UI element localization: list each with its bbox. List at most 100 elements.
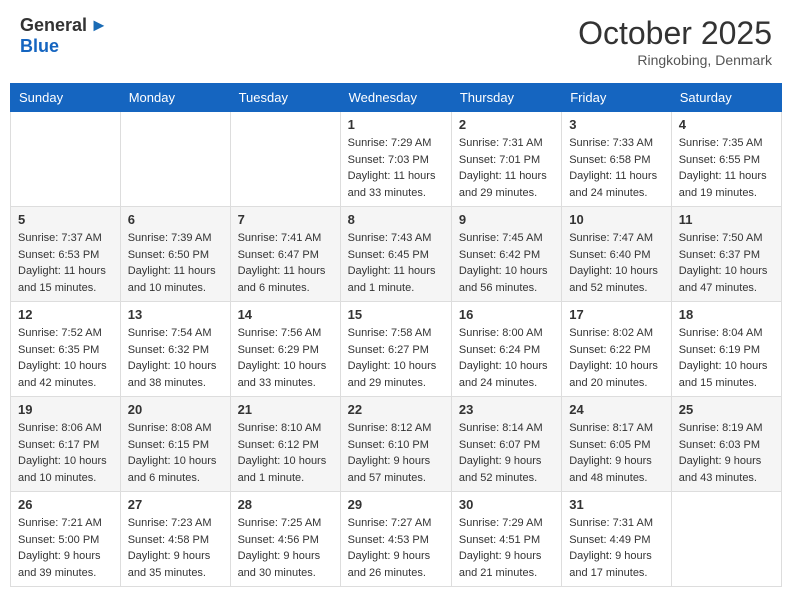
day-info: Sunrise: 7:21 AMSunset: 5:00 PMDaylight:… <box>18 515 113 581</box>
logo-blue: Blue <box>20 36 59 56</box>
calendar-cell: 30Sunrise: 7:29 AMSunset: 4:51 PMDayligh… <box>451 492 561 587</box>
day-number: 31 <box>569 497 664 512</box>
day-info: Sunrise: 7:43 AMSunset: 6:45 PMDaylight:… <box>348 230 444 296</box>
day-of-week-header: Tuesday <box>230 84 340 112</box>
calendar-cell: 17Sunrise: 8:02 AMSunset: 6:22 PMDayligh… <box>562 302 672 397</box>
day-info: Sunrise: 8:08 AMSunset: 6:15 PMDaylight:… <box>128 420 223 486</box>
calendar: SundayMondayTuesdayWednesdayThursdayFrid… <box>10 83 782 587</box>
logo: General ► Blue <box>20 15 108 57</box>
day-number: 14 <box>238 307 333 322</box>
day-info: Sunrise: 7:37 AMSunset: 6:53 PMDaylight:… <box>18 230 113 296</box>
calendar-cell: 16 Sunrise: 8:00 AMSunset: 6:24 PMDayligh… <box>451 302 561 397</box>
day-info: Sunrise: 7:31 AMSunset: 7:01 PMDaylight:… <box>459 135 554 201</box>
day-number: 16 <box>459 307 554 322</box>
day-of-week-header: Wednesday <box>340 84 451 112</box>
calendar-cell <box>671 492 781 587</box>
calendar-cell: 20 Sunrise: 8:08 AMSunset: 6:15 PMDayligh… <box>120 397 230 492</box>
calendar-week-row: 5 Sunrise: 7:37 AMSunset: 6:53 PMDaylight… <box>11 207 782 302</box>
day-number: 8 <box>348 212 444 227</box>
day-number: 21 <box>238 402 333 417</box>
day-number: 5 <box>18 212 113 227</box>
calendar-header-row: SundayMondayTuesdayWednesdayThursdayFrid… <box>11 84 782 112</box>
calendar-cell: 26 Sunrise: 7:21 AMSunset: 5:00 PMDayligh… <box>11 492 121 587</box>
day-number: 23 <box>459 402 554 417</box>
day-number: 29 <box>348 497 444 512</box>
calendar-cell <box>11 112 121 207</box>
calendar-week-row: 12 Sunrise: 7:52 AMSunset: 6:35 PMDayligh… <box>11 302 782 397</box>
day-number: 10 <box>569 212 664 227</box>
calendar-cell: 21 Sunrise: 8:10 AMSunset: 6:12 PMDayligh… <box>230 397 340 492</box>
day-info: Sunrise: 7:50 AMSunset: 6:37 PMDaylight:… <box>679 230 774 296</box>
day-number: 26 <box>18 497 113 512</box>
day-of-week-header: Saturday <box>671 84 781 112</box>
day-of-week-header: Sunday <box>11 84 121 112</box>
day-info: Sunrise: 7:31 AMSunset: 4:49 PMDaylight:… <box>569 515 664 581</box>
day-number: 18 <box>679 307 774 322</box>
day-info: Sunrise: 7:41 AMSunset: 6:47 PMDaylight:… <box>238 230 333 296</box>
day-info: Sunrise: 8:06 AMSunset: 6:17 PMDaylight:… <box>18 420 113 486</box>
day-info: Sunrise: 7:45 AMSunset: 6:42 PMDaylight:… <box>459 230 554 296</box>
calendar-cell: 27Sunrise: 7:23 AMSunset: 4:58 PMDayligh… <box>120 492 230 587</box>
day-number: 2 <box>459 117 554 132</box>
calendar-week-row: 19 Sunrise: 8:06 AMSunset: 6:17 PMDayligh… <box>11 397 782 492</box>
calendar-cell: 6 Sunrise: 7:39 AMSunset: 6:50 PMDaylight… <box>120 207 230 302</box>
day-number: 17 <box>569 307 664 322</box>
day-number: 25 <box>679 402 774 417</box>
calendar-cell: 24 Sunrise: 8:17 AMSunset: 6:05 PMDayligh… <box>562 397 672 492</box>
day-number: 28 <box>238 497 333 512</box>
calendar-cell: 22 Sunrise: 8:12 AMSunset: 6:10 PMDayligh… <box>340 397 451 492</box>
day-number: 4 <box>679 117 774 132</box>
day-number: 12 <box>18 307 113 322</box>
day-info: Sunrise: 7:29 AMSunset: 7:03 PMDaylight:… <box>348 135 444 201</box>
day-number: 22 <box>348 402 444 417</box>
day-number: 27 <box>128 497 223 512</box>
title-section: October 2025 Ringkobing, Denmark <box>578 15 772 68</box>
day-number: 13 <box>128 307 223 322</box>
day-info: Sunrise: 7:56 AMSunset: 6:29 PMDaylight:… <box>238 325 333 391</box>
day-number: 24 <box>569 402 664 417</box>
calendar-cell: 13 Sunrise: 7:54 AMSunset: 6:32 PMDayligh… <box>120 302 230 397</box>
day-number: 19 <box>18 402 113 417</box>
day-info: Sunrise: 8:17 AMSunset: 6:05 PMDaylight:… <box>569 420 664 486</box>
day-number: 15 <box>348 307 444 322</box>
day-of-week-header: Friday <box>562 84 672 112</box>
day-number: 11 <box>679 212 774 227</box>
calendar-cell: 28Sunrise: 7:25 AMSunset: 4:56 PMDayligh… <box>230 492 340 587</box>
day-number: 20 <box>128 402 223 417</box>
calendar-cell: 10 Sunrise: 7:47 AMSunset: 6:40 PMDayligh… <box>562 207 672 302</box>
day-info: Sunrise: 7:52 AMSunset: 6:35 PMDaylight:… <box>18 325 113 391</box>
day-info: Sunrise: 7:33 AMSunset: 6:58 PMDaylight:… <box>569 135 664 201</box>
day-number: 3 <box>569 117 664 132</box>
day-number: 7 <box>238 212 333 227</box>
calendar-cell: 14 Sunrise: 7:56 AMSunset: 6:29 PMDayligh… <box>230 302 340 397</box>
day-info: Sunrise: 7:47 AMSunset: 6:40 PMDaylight:… <box>569 230 664 296</box>
calendar-cell: 8 Sunrise: 7:43 AMSunset: 6:45 PMDaylight… <box>340 207 451 302</box>
day-info: Sunrise: 8:00 AMSunset: 6:24 PMDaylight:… <box>459 325 554 391</box>
day-info: Sunrise: 8:10 AMSunset: 6:12 PMDaylight:… <box>238 420 333 486</box>
calendar-cell: 15 Sunrise: 7:58 AMSunset: 6:27 PMDayligh… <box>340 302 451 397</box>
header: General ► Blue October 2025 Ringkobing, … <box>10 10 782 73</box>
calendar-week-row: 26 Sunrise: 7:21 AMSunset: 5:00 PMDayligh… <box>11 492 782 587</box>
day-info: Sunrise: 7:35 AMSunset: 6:55 PMDaylight:… <box>679 135 774 201</box>
day-number: 1 <box>348 117 444 132</box>
calendar-cell: 4 Sunrise: 7:35 AMSunset: 6:55 PMDaylight… <box>671 112 781 207</box>
calendar-cell <box>120 112 230 207</box>
day-number: 6 <box>128 212 223 227</box>
day-of-week-header: Monday <box>120 84 230 112</box>
calendar-cell <box>230 112 340 207</box>
day-info: Sunrise: 7:54 AMSunset: 6:32 PMDaylight:… <box>128 325 223 391</box>
day-info: Sunrise: 8:04 AMSunset: 6:19 PMDaylight:… <box>679 325 774 391</box>
day-number: 9 <box>459 212 554 227</box>
location: Ringkobing, Denmark <box>578 52 772 68</box>
calendar-cell: 18 Sunrise: 8:04 AMSunset: 6:19 PMDayligh… <box>671 302 781 397</box>
day-info: Sunrise: 8:19 AMSunset: 6:03 PMDaylight:… <box>679 420 774 486</box>
calendar-cell: 25 Sunrise: 8:19 AMSunset: 6:03 PMDayligh… <box>671 397 781 492</box>
day-info: Sunrise: 8:12 AMSunset: 6:10 PMDaylight:… <box>348 420 444 486</box>
day-info: Sunrise: 7:27 AMSunset: 4:53 PMDaylight:… <box>348 515 444 581</box>
day-info: Sunrise: 7:58 AMSunset: 6:27 PMDaylight:… <box>348 325 444 391</box>
calendar-cell: 5 Sunrise: 7:37 AMSunset: 6:53 PMDaylight… <box>11 207 121 302</box>
calendar-cell: 23Sunrise: 8:14 AMSunset: 6:07 PMDayligh… <box>451 397 561 492</box>
day-info: Sunrise: 7:29 AMSunset: 4:51 PMDaylight:… <box>459 515 554 581</box>
calendar-cell: 11 Sunrise: 7:50 AMSunset: 6:37 PMDayligh… <box>671 207 781 302</box>
day-info: Sunrise: 7:39 AMSunset: 6:50 PMDaylight:… <box>128 230 223 296</box>
